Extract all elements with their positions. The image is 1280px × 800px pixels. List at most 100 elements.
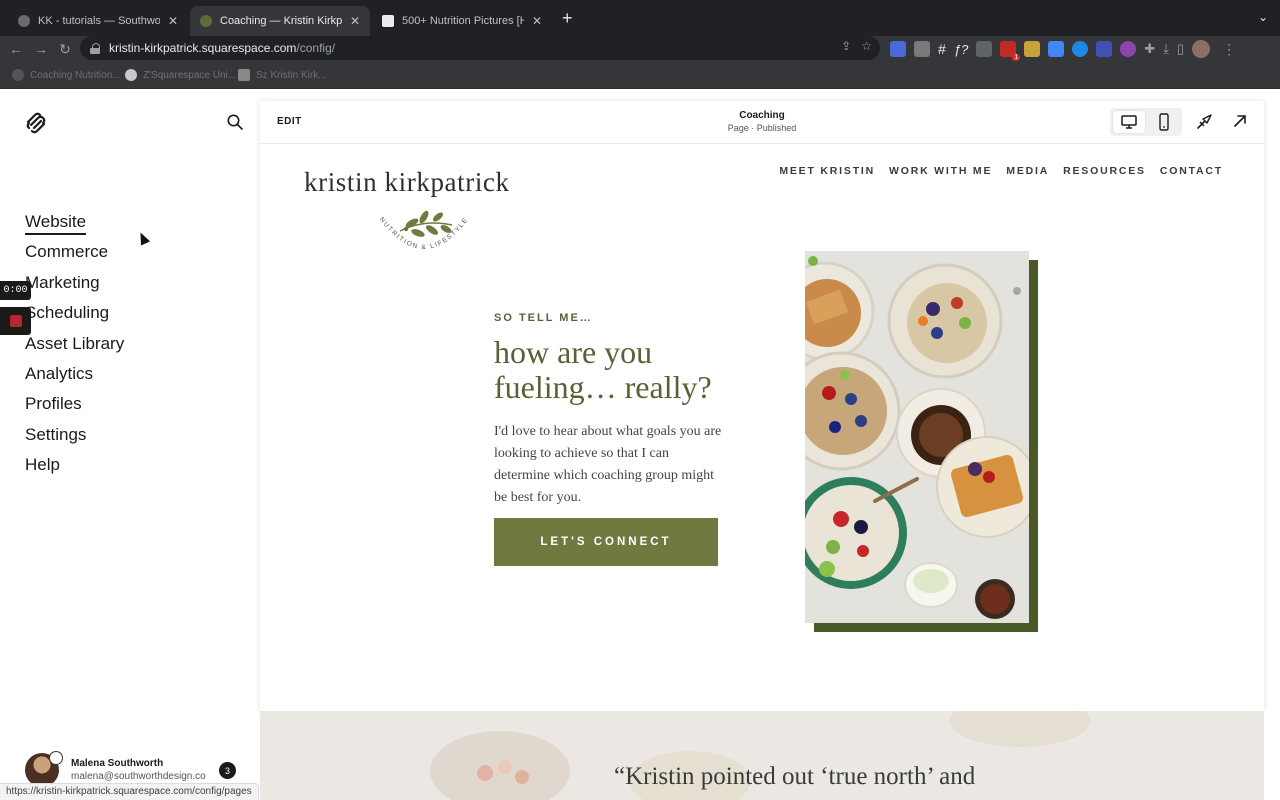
site-nav-media[interactable]: MEDIA [1006, 165, 1049, 177]
bookmark-item[interactable]: Sz Kristin Kirk... [238, 69, 327, 81]
section-body: I'd love to hear about what goals you ar… [494, 424, 722, 505]
url-host: kristin-kirkpatrick.squarespace.com [109, 41, 297, 55]
tab-title: KK - tutorials — Southworth D [38, 15, 160, 27]
extension-icon[interactable] [1120, 41, 1137, 57]
extension-badge: 1 [1012, 54, 1021, 61]
forward-arrow-icon[interactable]: → [31, 39, 51, 59]
link-status-bar: https://kristin-kirkpatrick.squarespace.… [0, 783, 259, 800]
site-preview: kristin kirkpatrick NUTRITION & LIFESTYL… [260, 145, 1264, 711]
sidebar-item-marketing[interactable]: Marketing [25, 272, 124, 302]
sidebar-item-label: Analytics [25, 363, 94, 383]
new-tab-icon[interactable]: + [562, 8, 573, 28]
page-title: Coaching [739, 110, 785, 121]
extension-icon[interactable] [1024, 41, 1041, 57]
mobile-icon [1159, 113, 1169, 131]
site-nav-contact[interactable]: CONTACT [1160, 165, 1223, 177]
user-name: Malena Southworth [71, 758, 164, 769]
sidebar-item-help[interactable]: Help [25, 454, 124, 484]
squarespace-logo-icon[interactable] [24, 111, 48, 135]
sidebar-item-label: Commerce [25, 242, 109, 262]
tab-search-chevron-icon[interactable]: ⌄ [1258, 10, 1268, 24]
testimonial-section: “Kristin pointed out ‘true north’ and [260, 711, 1264, 800]
section-eyebrow: SO TELL ME… [494, 312, 593, 324]
sidebar-item-label: Marketing [25, 272, 100, 292]
breakfast-bowls-photo [805, 251, 1029, 623]
squarespace-app: Website Commerce Marketing Scheduling As… [0, 89, 1280, 800]
sidebar-item-website[interactable]: Website [25, 211, 124, 241]
bookmark-favicon-icon [238, 69, 250, 81]
sidebar-item-label: Settings [25, 424, 87, 444]
close-tab-icon[interactable]: ✕ [350, 14, 360, 28]
extension-icon[interactable] [1072, 41, 1089, 57]
extension-icon[interactable] [914, 41, 930, 57]
sidebar-item-analytics[interactable]: Analytics [25, 363, 124, 393]
bookmark-item[interactable]: Coaching Nutrition... [12, 69, 121, 81]
site-nav-work-with-me[interactable]: WORK WITH ME [889, 165, 992, 177]
stop-icon [9, 315, 22, 327]
function-extension-icon[interactable]: ƒ? [954, 42, 968, 57]
edit-button[interactable]: EDIT [277, 116, 302, 127]
browser-toolbar: ← → ↻ kristin-kirkpatrick.squarespace.co… [0, 36, 1280, 62]
sidebar: Website Commerce Marketing Scheduling As… [0, 89, 260, 800]
browser-tab-kk-tutorials[interactable]: KK - tutorials — Southworth D ✕ [8, 6, 188, 36]
video-extension-icon[interactable] [976, 41, 993, 57]
extension-icon[interactable] [890, 41, 906, 57]
close-tab-icon[interactable]: ✕ [168, 14, 178, 28]
sidebar-item-profiles[interactable]: Profiles [25, 393, 124, 423]
recording-stop-button[interactable] [0, 307, 31, 335]
open-site-arrow-icon[interactable] [1232, 113, 1248, 129]
tab-favicon-icon [200, 15, 212, 27]
address-bar[interactable]: kristin-kirkpatrick.squarespace.com/conf… [80, 36, 880, 60]
mouse-cursor-icon [135, 230, 151, 246]
page-status: Page · Published [727, 123, 797, 133]
notifications-badge[interactable]: 3 [219, 762, 236, 779]
lets-connect-button[interactable]: LET'S CONNECT [494, 518, 718, 566]
sidebar-item-commerce[interactable]: Commerce [25, 241, 124, 271]
bookmarks-bar: Coaching Nutrition... Z'Squarespace Uni.… [0, 62, 1280, 89]
bookmark-item[interactable]: Z'Squarespace Uni... [125, 69, 236, 81]
sidebar-item-scheduling[interactable]: Scheduling [25, 302, 124, 332]
browser-tab-nutrition-pictures[interactable]: 500+ Nutrition Pictures [HD] | ✕ [372, 6, 552, 36]
browser-tab-coaching[interactable]: Coaching — Kristin Kirkpatrick ✕ [190, 6, 370, 36]
profile-avatar-icon[interactable] [1192, 40, 1211, 58]
mobile-view-button[interactable] [1148, 111, 1180, 133]
user-profile[interactable]: Malena Southworth malena@southworthdesig… [25, 751, 206, 787]
extension-icon[interactable] [1048, 41, 1065, 57]
sidebar-item-label: Help [25, 455, 60, 475]
tab-title: Coaching — Kristin Kirkpatrick [220, 15, 342, 27]
browser-menu-icon[interactable]: ⋮ [1222, 41, 1236, 58]
tab-favicon-icon [382, 15, 394, 27]
globe-icon [125, 69, 137, 81]
download-icon[interactable]: ⤓ [1163, 41, 1169, 57]
share-icon[interactable]: ⇪ [841, 39, 851, 53]
user-email: malena@southworthdesign.co [71, 771, 206, 782]
site-nav-meet-kristin[interactable]: MEET KRISTIN [779, 165, 875, 177]
reload-icon[interactable]: ↻ [55, 39, 75, 59]
sidebar-item-label: Profiles [25, 394, 82, 414]
sidebar-item-label: Asset Library [25, 333, 125, 353]
extension-icon[interactable] [1096, 41, 1113, 57]
side-panel-icon[interactable]: ▯ [1177, 41, 1184, 57]
desktop-view-button[interactable] [1113, 111, 1145, 133]
sidebar-menu: Website Commerce Marketing Scheduling As… [25, 211, 124, 485]
sidebar-item-settings[interactable]: Settings [25, 424, 124, 454]
bookmark-label: Z'Squarespace Uni... [143, 69, 237, 81]
puzzle-extensions-icon[interactable]: ✚ [1144, 41, 1155, 57]
avatar[interactable] [25, 751, 63, 787]
search-icon[interactable] [226, 113, 244, 131]
close-tab-icon[interactable]: ✕ [532, 14, 542, 28]
site-logo-text[interactable]: kristin kirkpatrick [304, 167, 510, 198]
back-arrow-icon[interactable]: ← [6, 39, 26, 59]
editor-frame: EDIT Coaching Page · Published kristin k… [260, 101, 1264, 711]
bookmark-star-icon[interactable]: ☆ [861, 39, 872, 53]
recording-timer: 0:00 [0, 281, 31, 300]
extension-with-badge-icon[interactable]: 1 [1000, 41, 1021, 61]
url-path: /config/ [296, 41, 336, 55]
tab-title: 500+ Nutrition Pictures [HD] | [402, 15, 524, 27]
site-nav-resources[interactable]: RESOURCES [1063, 165, 1146, 177]
paintbrush-design-icon[interactable] [1195, 113, 1213, 131]
olive-branch-logo-icon: NUTRITION & LIFESTYLE [378, 210, 468, 251]
sidebar-item-asset-library[interactable]: Asset Library [25, 333, 124, 363]
extensions-row: # ƒ? 1 ✚ ⤓ ▯ ⋮ [890, 40, 1236, 61]
hash-extension-icon[interactable]: # [938, 41, 946, 57]
